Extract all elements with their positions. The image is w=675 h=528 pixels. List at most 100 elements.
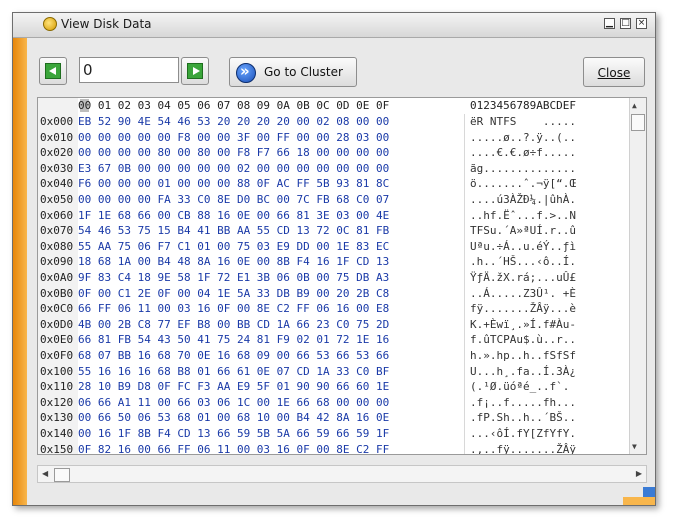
horizontal-scrollbar[interactable]: ◀ ▶ xyxy=(37,465,647,483)
row-hex-bytes[interactable]: F6 00 00 00 01 00 00 00 88 0F AC FF 5B 9… xyxy=(78,177,389,190)
hex-row[interactable]: 0x0C0 66 FF 06 11 00 03 16 0F 00 8E C2 FF… xyxy=(38,302,646,318)
row-ascii[interactable]: (.¹Ø.üóªé_..f`. xyxy=(470,380,569,393)
row-hex-bytes[interactable]: 54 46 53 75 15 B4 41 BB AA 55 CD 13 72 0… xyxy=(78,224,389,237)
go-to-cluster-label: Go to Cluster xyxy=(264,65,343,79)
row-hex-bytes[interactable]: 06 66 A1 11 00 66 03 06 1C 00 1E 66 68 0… xyxy=(78,396,389,409)
row-ascii[interactable]: ....€.€.ø÷f..... xyxy=(470,146,576,159)
close-button-label: Close xyxy=(597,66,631,80)
hex-row[interactable]: 0x0B0 0F 00 C1 2E 0F 00 04 1E 5A 33 DB B9… xyxy=(38,287,646,303)
row-ascii[interactable]: ...‹ôÍ.fY[ZfYfY. xyxy=(470,427,576,440)
row-ascii[interactable]: .h..´HŠ...‹ô..Í. xyxy=(470,255,576,268)
hex-header: 00 01 02 03 04 05 06 07 08 09 0A 0B 0C 0… xyxy=(38,98,646,114)
row-ascii[interactable]: ëR NTFS ..... xyxy=(470,115,576,128)
row-hex-bytes[interactable]: 00 66 50 06 53 68 01 00 68 10 00 B4 42 8… xyxy=(78,411,389,424)
row-hex-bytes[interactable]: 18 68 1A 00 B4 48 8A 16 0E 00 8B F4 16 1… xyxy=(78,255,389,268)
row-hex-bytes[interactable]: 1F 1E 68 66 00 CB 88 16 0E 00 66 81 3E 0… xyxy=(78,209,389,222)
app-icon xyxy=(43,17,57,31)
row-ascii[interactable]: ..Á.....Z3Û¹. +È xyxy=(470,287,576,300)
next-cluster-button[interactable] xyxy=(181,57,209,85)
hex-row[interactable]: 0x0A0 9F 83 C4 18 9E 58 1F 72 E1 3B 06 0B… xyxy=(38,271,646,287)
scroll-up-icon[interactable]: ▲ xyxy=(632,101,637,110)
row-offset: 0x110 xyxy=(40,380,74,394)
hex-row[interactable]: 0x070 54 46 53 75 15 B4 41 BB AA 55 CD 13… xyxy=(38,224,646,240)
row-offset: 0x120 xyxy=(40,395,74,409)
row-hex-bytes[interactable]: 55 AA 75 06 F7 C1 01 00 75 03 E9 DD 00 1… xyxy=(78,240,389,253)
row-ascii[interactable]: ãg.............. xyxy=(470,162,576,175)
hex-row[interactable]: 0x0D0 4B 00 2B C8 77 EF B8 00 BB CD 1A 66… xyxy=(38,318,646,334)
cluster-number-input[interactable] xyxy=(79,57,179,83)
hex-row[interactable]: 0x030 E3 67 0B 00 00 00 00 00 02 00 00 00… xyxy=(38,162,646,178)
row-ascii[interactable]: .fP.Sh..h..´BŠ.. xyxy=(470,411,576,424)
hex-row[interactable]: 0x130 00 66 50 06 53 68 01 00 68 10 00 B4… xyxy=(38,411,646,427)
row-hex-bytes[interactable]: 4B 00 2B C8 77 EF B8 00 BB CD 1A 66 23 C… xyxy=(78,318,389,331)
hex-row[interactable]: 0x140 00 16 1F 8B F4 CD 13 66 59 5B 5A 66… xyxy=(38,427,646,443)
row-hex-bytes[interactable]: 00 16 1F 8B F4 CD 13 66 59 5B 5A 66 59 6… xyxy=(78,427,389,440)
row-ascii[interactable]: TFSu.´A»ªUÍ.r..û xyxy=(470,224,576,237)
previous-cluster-button[interactable] xyxy=(39,57,67,85)
row-hex-bytes[interactable]: 0F 00 C1 2E 0F 00 04 1E 5A 33 DB B9 00 2… xyxy=(78,287,389,300)
vertical-scrollbar[interactable]: ▲ ▼ xyxy=(629,98,646,454)
ascii-column-header: 0123456789ABCDEF xyxy=(470,99,576,112)
row-ascii[interactable]: .f¡..f.....fh... xyxy=(470,396,576,409)
go-to-cluster-button[interactable]: Go to Cluster xyxy=(229,57,357,87)
row-hex-bytes[interactable]: E3 67 0B 00 00 00 00 00 02 00 00 00 00 0… xyxy=(78,162,389,175)
row-hex-bytes[interactable]: 66 81 FB 54 43 50 41 75 24 81 F9 02 01 7… xyxy=(78,333,389,346)
row-ascii[interactable]: U...h¸.fa..Í.3À¿ xyxy=(470,365,576,378)
row-ascii[interactable]: ....ú3ÀŽÐ¼.|ûhÀ. xyxy=(470,193,576,206)
row-hex-bytes[interactable]: 55 16 16 16 68 B8 01 66 61 0E 07 CD 1A 3… xyxy=(78,365,389,378)
hex-row[interactable]: 0x150 0F 82 16 00 66 FF 06 11 00 03 16 0F… xyxy=(38,443,646,454)
row-hex-bytes[interactable]: 00 00 00 00 80 00 80 00 F8 F7 66 18 00 0… xyxy=(78,146,389,159)
row-ascii[interactable]: ..hf.Ëˆ...f.>..N xyxy=(470,209,576,222)
row-offset: 0x070 xyxy=(40,224,74,238)
row-hex-bytes[interactable]: 68 07 BB 16 68 70 0E 16 68 09 00 66 53 6… xyxy=(78,349,389,362)
hex-row[interactable]: 0x050 00 00 00 00 FA 33 C0 8E D0 BC 00 7C… xyxy=(38,193,646,209)
hex-row[interactable]: 0x080 55 AA 75 06 F7 C1 01 00 75 03 E9 DD… xyxy=(38,240,646,256)
row-hex-bytes[interactable]: EB 52 90 4E 54 46 53 20 20 20 20 00 02 0… xyxy=(78,115,389,128)
row-offset: 0x030 xyxy=(40,161,74,175)
row-ascii[interactable]: .‚..fÿ.......ŽÂÿ xyxy=(470,443,576,454)
arrow-left-icon xyxy=(45,63,61,79)
row-offset: 0x050 xyxy=(40,193,74,206)
row-hex-bytes[interactable]: 00 00 00 00 00 F8 00 00 3F 00 FF 00 00 2… xyxy=(78,131,389,144)
close-window-button[interactable]: × xyxy=(636,18,647,29)
vertical-scroll-thumb[interactable] xyxy=(631,114,645,131)
close-button[interactable]: Close xyxy=(583,57,645,87)
row-ascii[interactable]: h.».hp..h..fSfSf xyxy=(470,349,576,362)
row-hex-bytes[interactable]: 28 10 B9 D8 0F FC F3 AA E9 5F 01 90 90 6… xyxy=(78,380,389,393)
hex-row[interactable]: 0x040 F6 00 00 00 01 00 00 00 88 0F AC FF… xyxy=(38,177,646,193)
row-ascii[interactable]: Uªu.÷Á..u.éÝ..ƒì xyxy=(470,240,576,253)
hex-row[interactable]: 0x110 28 10 B9 D8 0F FC F3 AA E9 5F 01 90… xyxy=(38,380,646,396)
window-title: View Disk Data xyxy=(61,17,152,31)
row-hex-bytes[interactable]: 0F 82 16 00 66 FF 06 11 00 03 16 0F 00 8… xyxy=(78,443,389,454)
title-bar[interactable]: View Disk Data ▁ □ × xyxy=(13,13,655,38)
row-ascii[interactable]: ö.......ˆ.¬ÿ[“.Œ xyxy=(470,177,576,190)
hex-row[interactable]: 0x0E0 66 81 FB 54 43 50 41 75 24 81 F9 02… xyxy=(38,333,646,349)
hex-row[interactable]: 0x0F0 68 07 BB 16 68 70 0E 16 68 09 00 66… xyxy=(38,349,646,365)
row-hex-bytes[interactable]: 00 00 00 00 FA 33 C0 8E D0 BC 00 7C FB 6… xyxy=(78,193,389,206)
hex-row[interactable]: 0x010 00 00 00 00 00 F8 00 00 3F 00 FF 00… xyxy=(38,131,646,147)
hex-row[interactable]: 0x000 EB 52 90 4E 54 46 53 20 20 20 20 00… xyxy=(38,115,646,131)
hex-row[interactable]: 0x020 00 00 00 00 80 00 80 00 F8 F7 66 18… xyxy=(38,146,646,162)
row-ascii[interactable]: fÿ.......ŽÂÿ...è xyxy=(470,302,576,315)
corner-accent xyxy=(623,497,655,505)
corner-accent-blue xyxy=(643,487,655,497)
row-ascii[interactable]: .....ø..?.ÿ..(.. xyxy=(470,131,576,144)
maximize-button[interactable]: □ xyxy=(620,18,631,29)
scroll-left-icon[interactable]: ◀ xyxy=(42,469,48,478)
row-ascii[interactable]: ŸƒÄ.žX.rá;...uÛ£ xyxy=(470,271,576,284)
hex-row[interactable]: 0x060 1F 1E 68 66 00 CB 88 16 0E 00 66 81… xyxy=(38,209,646,225)
hex-row[interactable]: 0x090 18 68 1A 00 B4 48 8A 16 0E 00 8B F4… xyxy=(38,255,646,271)
hex-row[interactable]: 0x100 55 16 16 16 68 B8 01 66 61 0E 07 CD… xyxy=(38,365,646,381)
scroll-right-icon[interactable]: ▶ xyxy=(636,469,642,478)
row-offset: 0x0B0 xyxy=(40,286,74,300)
row-hex-bytes[interactable]: 9F 83 C4 18 9E 58 1F 72 E1 3B 06 0B 00 7… xyxy=(78,271,389,284)
row-ascii[interactable]: f.ûTCPAu$.ù..r.. xyxy=(470,333,576,346)
row-hex-bytes[interactable]: 66 FF 06 11 00 03 16 0F 00 8E C2 FF 06 1… xyxy=(78,302,389,315)
row-ascii[interactable]: K.+Èwï¸.»Í.f#Àu- xyxy=(470,318,576,331)
scroll-down-icon[interactable]: ▼ xyxy=(632,442,637,451)
hex-viewer[interactable]: 00 01 02 03 04 05 06 07 08 09 0A 0B 0C 0… xyxy=(37,97,647,455)
minimize-button[interactable]: ▁ xyxy=(604,18,615,29)
row-offset: 0x100 xyxy=(40,364,74,378)
hex-row[interactable]: 0x120 06 66 A1 11 00 66 03 06 1C 00 1E 66… xyxy=(38,396,646,412)
horizontal-scroll-thumb[interactable] xyxy=(54,468,70,482)
